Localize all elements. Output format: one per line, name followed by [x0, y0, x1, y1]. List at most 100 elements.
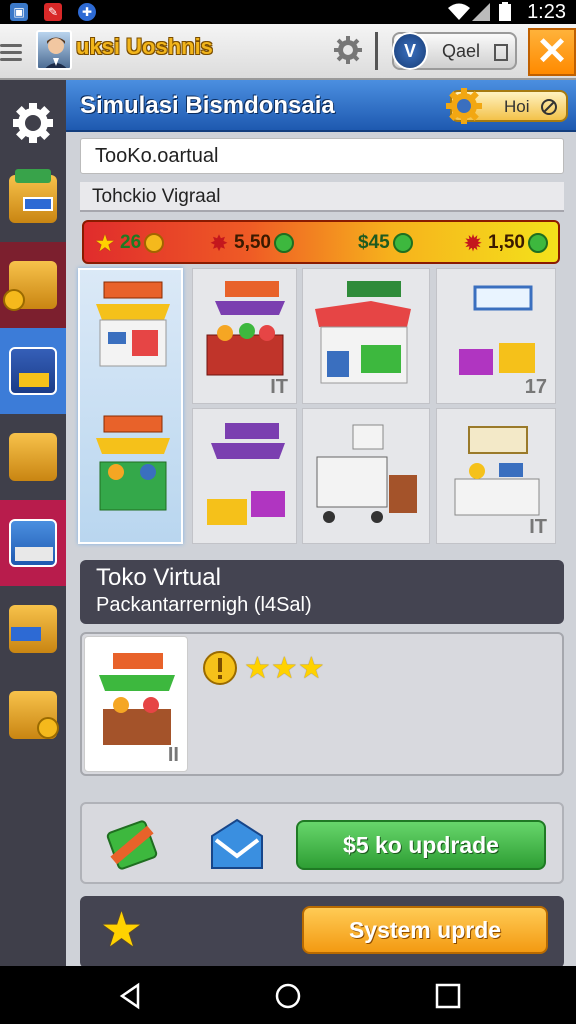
alert-coin-icon — [203, 651, 237, 685]
title-bar: Simulasi Bismdonsaia Hoi — [66, 80, 576, 132]
stall-cell-4[interactable]: 17 — [436, 268, 556, 404]
store-icon — [9, 347, 57, 395]
sidebar-item-package[interactable] — [0, 414, 66, 500]
page-title: Simulasi Bismdonsaia — [80, 92, 335, 119]
rating-row: ★ ★ ★ — [202, 650, 325, 686]
stat-burst: ✸ 5,50 — [208, 231, 294, 255]
store-detail-card: II ★ ★ ★ — [80, 632, 564, 776]
signal-icon — [472, 3, 490, 21]
market-stall-icon — [99, 653, 175, 745]
stats-bar: ★ 26 ✸ 5,50 $45 ✹ 1,50 — [82, 220, 560, 264]
app-notification-icon: ✎ — [44, 3, 62, 21]
navigation-bar — [0, 966, 576, 1024]
store-name-field[interactable]: TooKo.oartual — [80, 138, 564, 174]
stall-number: 17 — [524, 376, 547, 398]
stall-cell-2[interactable]: IT — [192, 268, 297, 404]
rating-star-icon: ★ — [297, 651, 325, 685]
store-category-label: Tohckio Vigraal — [80, 182, 564, 212]
stall-grid: IT 17 IT — [76, 268, 562, 550]
stall-number: IT — [529, 516, 547, 538]
hoi-pill-button[interactable]: Hoi — [446, 88, 568, 124]
stat-stars: ★ 26 — [94, 231, 165, 255]
close-button[interactable]: ✕ — [528, 28, 576, 76]
rating-star-icon: ★ — [270, 651, 298, 685]
home-icon[interactable] — [274, 982, 302, 1010]
hoi-label: Hoi — [504, 97, 530, 116]
ticket-icon[interactable] — [104, 818, 160, 872]
burst-icon: ✸ — [210, 232, 228, 255]
clock: 1:23 — [527, 1, 566, 23]
avatar[interactable] — [36, 30, 72, 70]
package-icon — [9, 433, 57, 481]
rating-star-icon: ★ — [244, 651, 271, 685]
recents-icon[interactable] — [434, 982, 462, 1010]
clipboard-icon — [494, 44, 508, 61]
battery-icon — [499, 2, 511, 21]
market-stall-icon — [96, 415, 170, 511]
coin-box-icon — [3, 261, 57, 311]
stat-gifts-value: 1,50 — [488, 232, 525, 253]
shop-box-icon — [9, 169, 57, 223]
stall-cell-8[interactable]: IT — [436, 408, 556, 544]
stat-gifts: ✹ 1,50 — [462, 231, 548, 255]
stall-cell-7[interactable] — [302, 408, 430, 544]
delivery-box-icon — [9, 605, 57, 653]
sidebar-item-delivery[interactable] — [0, 586, 66, 672]
settings-gear-icon[interactable] — [332, 34, 364, 66]
market-stall-icon — [96, 281, 170, 367]
shopping-cart-icon — [316, 424, 417, 523]
counter-stall-icon — [454, 426, 540, 516]
shield-icon: ✚ — [78, 3, 96, 21]
check-icon — [527, 233, 548, 253]
stat-money: $45 — [358, 231, 413, 255]
status-bar: ▣ ✎ ✚ 1:23 — [0, 0, 576, 24]
stat-money-value: $45 — [358, 232, 390, 253]
cog-icon — [13, 103, 53, 143]
market-stall-icon — [9, 519, 57, 567]
stall-cell-6[interactable] — [192, 408, 297, 544]
menu-icon[interactable] — [0, 40, 22, 62]
main-panel: Simulasi Bismdonsaia Hoi TooKo.oartual T… — [66, 80, 576, 968]
star-icon: ★ — [96, 232, 114, 255]
mail-icon[interactable] — [208, 818, 266, 872]
shop-building-icon — [315, 281, 411, 384]
stat-stars-value: 26 — [120, 232, 142, 253]
gallery-icon: ▣ — [10, 3, 28, 21]
store-thumbnail[interactable]: II — [84, 636, 188, 772]
stall-number: IT — [270, 376, 288, 398]
sidebar-item-shop-box[interactable] — [0, 156, 66, 242]
coin-icon — [144, 233, 165, 253]
wifi-icon — [448, 3, 470, 20]
app-title: uksi Uoshnis — [76, 34, 213, 59]
system-bar: ★ System uprde — [80, 896, 564, 968]
search-text: Qael — [442, 41, 481, 61]
system-upgrade-button[interactable]: System uprde — [302, 906, 548, 954]
gold-gear-icon — [446, 88, 482, 124]
brand-badge-icon: V — [392, 32, 428, 70]
app-bar: uksi Uoshnis V Qael ✕ — [0, 24, 576, 80]
sidebar-item-coins[interactable] — [0, 242, 66, 328]
sidebar-item-savings[interactable] — [0, 672, 66, 758]
sidebar — [0, 80, 66, 966]
gold-star-icon: ★ — [100, 904, 144, 957]
stat-burst-value: 5,50 — [234, 232, 271, 253]
toolbar-divider — [375, 32, 378, 70]
fruit-stall-icon — [206, 281, 285, 376]
stall-cell-1[interactable] — [78, 268, 183, 544]
store-info-panel: Toko Virtual Packantarrernigh (l4Sal) — [80, 560, 564, 624]
gift-icon: ✹ — [464, 232, 482, 255]
store-title: Toko Virtual — [96, 564, 221, 591]
upgrade-button[interactable]: $5 ko updrade — [296, 820, 546, 870]
check-icon — [273, 233, 294, 253]
thumbnail-number: II — [167, 744, 179, 766]
sidebar-item-store[interactable] — [0, 328, 66, 414]
back-icon[interactable] — [116, 982, 144, 1010]
sidebar-item-settings[interactable] — [0, 80, 66, 166]
stall-cell-3[interactable] — [302, 268, 430, 404]
sidebar-item-market[interactable] — [0, 500, 66, 586]
awning-stall-icon — [207, 423, 285, 525]
blocked-icon — [541, 99, 557, 115]
open-box-coins-icon — [9, 691, 59, 739]
search-field[interactable]: V Qael — [392, 32, 517, 70]
display-stall-icon — [459, 285, 535, 375]
